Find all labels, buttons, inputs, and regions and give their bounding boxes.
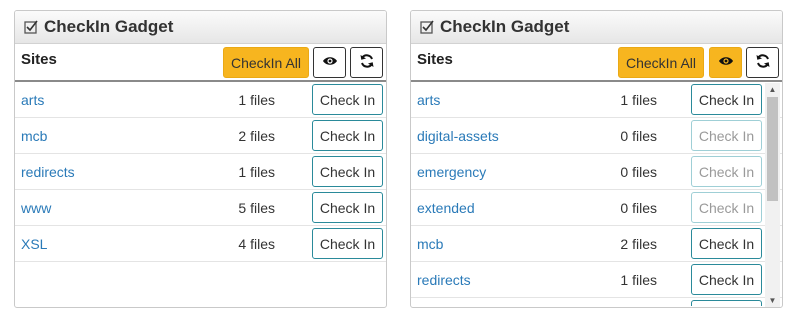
site-link[interactable]: extended (417, 200, 475, 216)
checkin-icon (23, 19, 39, 35)
check-in-button[interactable]: Check In (312, 228, 383, 259)
gadget-header: CheckIn Gadget (15, 11, 386, 44)
site-row: digital-assets 0 files Check In (411, 118, 782, 154)
check-in-button[interactable]: Check In (691, 156, 762, 187)
site-row: mcb 2 files Check In (411, 226, 782, 262)
gadget-title: CheckIn Gadget (44, 17, 174, 36)
checkin-all-button[interactable]: CheckIn All (223, 47, 309, 78)
check-in-button[interactable]: Check In (312, 156, 383, 187)
file-count: 2 files (620, 236, 657, 252)
check-in-button[interactable]: Check In (312, 192, 383, 223)
site-link[interactable]: emergency (417, 164, 486, 180)
toggle-view-button[interactable] (709, 47, 742, 78)
file-count: 1 files (238, 92, 275, 108)
file-count: 2 files (238, 128, 275, 144)
site-row: XSL 4 files Check In (15, 226, 386, 262)
site-row: mcb 2 files Check In (15, 118, 386, 154)
gadget-header: CheckIn Gadget (411, 11, 782, 44)
site-link[interactable]: digital-assets (417, 128, 499, 144)
site-row: emergency 0 files Check In (411, 154, 782, 190)
site-link[interactable]: redirects (21, 164, 75, 180)
file-count: 1 files (620, 92, 657, 108)
check-in-button[interactable]: Check In (691, 192, 762, 223)
file-count: 4 files (238, 236, 275, 252)
gadget-title: CheckIn Gadget (440, 17, 570, 36)
file-count: 1 files (238, 164, 275, 180)
site-link[interactable]: www (21, 200, 51, 216)
refresh-icon (755, 53, 771, 72)
file-count: 1 files (620, 272, 657, 288)
checkin-all-button[interactable]: CheckIn All (618, 47, 704, 78)
scrollbar[interactable]: ▲ ▼ (765, 83, 780, 307)
site-row: arts 1 files Check In (411, 82, 782, 118)
site-row: redirects 1 files Check In (15, 154, 386, 190)
site-link[interactable]: mcb (417, 236, 443, 252)
check-in-button-partial[interactable] (691, 300, 762, 306)
check-in-button[interactable]: Check In (691, 84, 762, 115)
site-row (411, 298, 782, 306)
file-count: 0 files (620, 200, 657, 216)
check-in-button[interactable]: Check In (691, 228, 762, 259)
toggle-view-button[interactable] (313, 47, 346, 78)
site-link[interactable]: XSL (21, 236, 47, 252)
site-row: arts 1 files Check In (15, 82, 386, 118)
site-link[interactable]: arts (21, 92, 44, 108)
site-link[interactable]: arts (417, 92, 440, 108)
site-link[interactable]: mcb (21, 128, 47, 144)
gadget-toolbar: Sites CheckIn All (411, 44, 782, 82)
site-list: arts 1 files Check In mcb 2 files Check … (15, 82, 386, 262)
refresh-icon (359, 53, 375, 72)
sites-label: Sites (21, 51, 57, 68)
site-row: redirects 1 files Check In (411, 262, 782, 298)
sites-label: Sites (417, 51, 453, 68)
check-in-button[interactable]: Check In (691, 120, 762, 151)
refresh-button[interactable] (746, 47, 779, 78)
gadget-toolbar: Sites CheckIn All (15, 44, 386, 82)
scrollbar-thumb[interactable] (767, 97, 778, 201)
site-row: www 5 files Check In (15, 190, 386, 226)
site-list: arts 1 files Check In digital-assets 0 f… (411, 82, 782, 306)
file-count: 0 files (620, 164, 657, 180)
site-link[interactable]: redirects (417, 272, 471, 288)
scroll-up-arrow-icon[interactable]: ▲ (765, 83, 780, 96)
check-in-button[interactable]: Check In (312, 84, 383, 115)
checkin-gadget-left: CheckIn Gadget Sites CheckIn All arts 1 … (14, 10, 387, 308)
refresh-button[interactable] (350, 47, 383, 78)
file-count: 0 files (620, 128, 657, 144)
site-row: extended 0 files Check In (411, 190, 782, 226)
check-in-button[interactable]: Check In (691, 264, 762, 295)
eye-icon (718, 55, 734, 70)
eye-icon (322, 55, 338, 70)
checkin-icon (419, 19, 435, 35)
check-in-button[interactable]: Check In (312, 120, 383, 151)
checkin-gadget-right: CheckIn Gadget Sites CheckIn All arts 1 … (410, 10, 783, 308)
scroll-down-arrow-icon[interactable]: ▼ (765, 294, 780, 307)
file-count: 5 files (238, 200, 275, 216)
